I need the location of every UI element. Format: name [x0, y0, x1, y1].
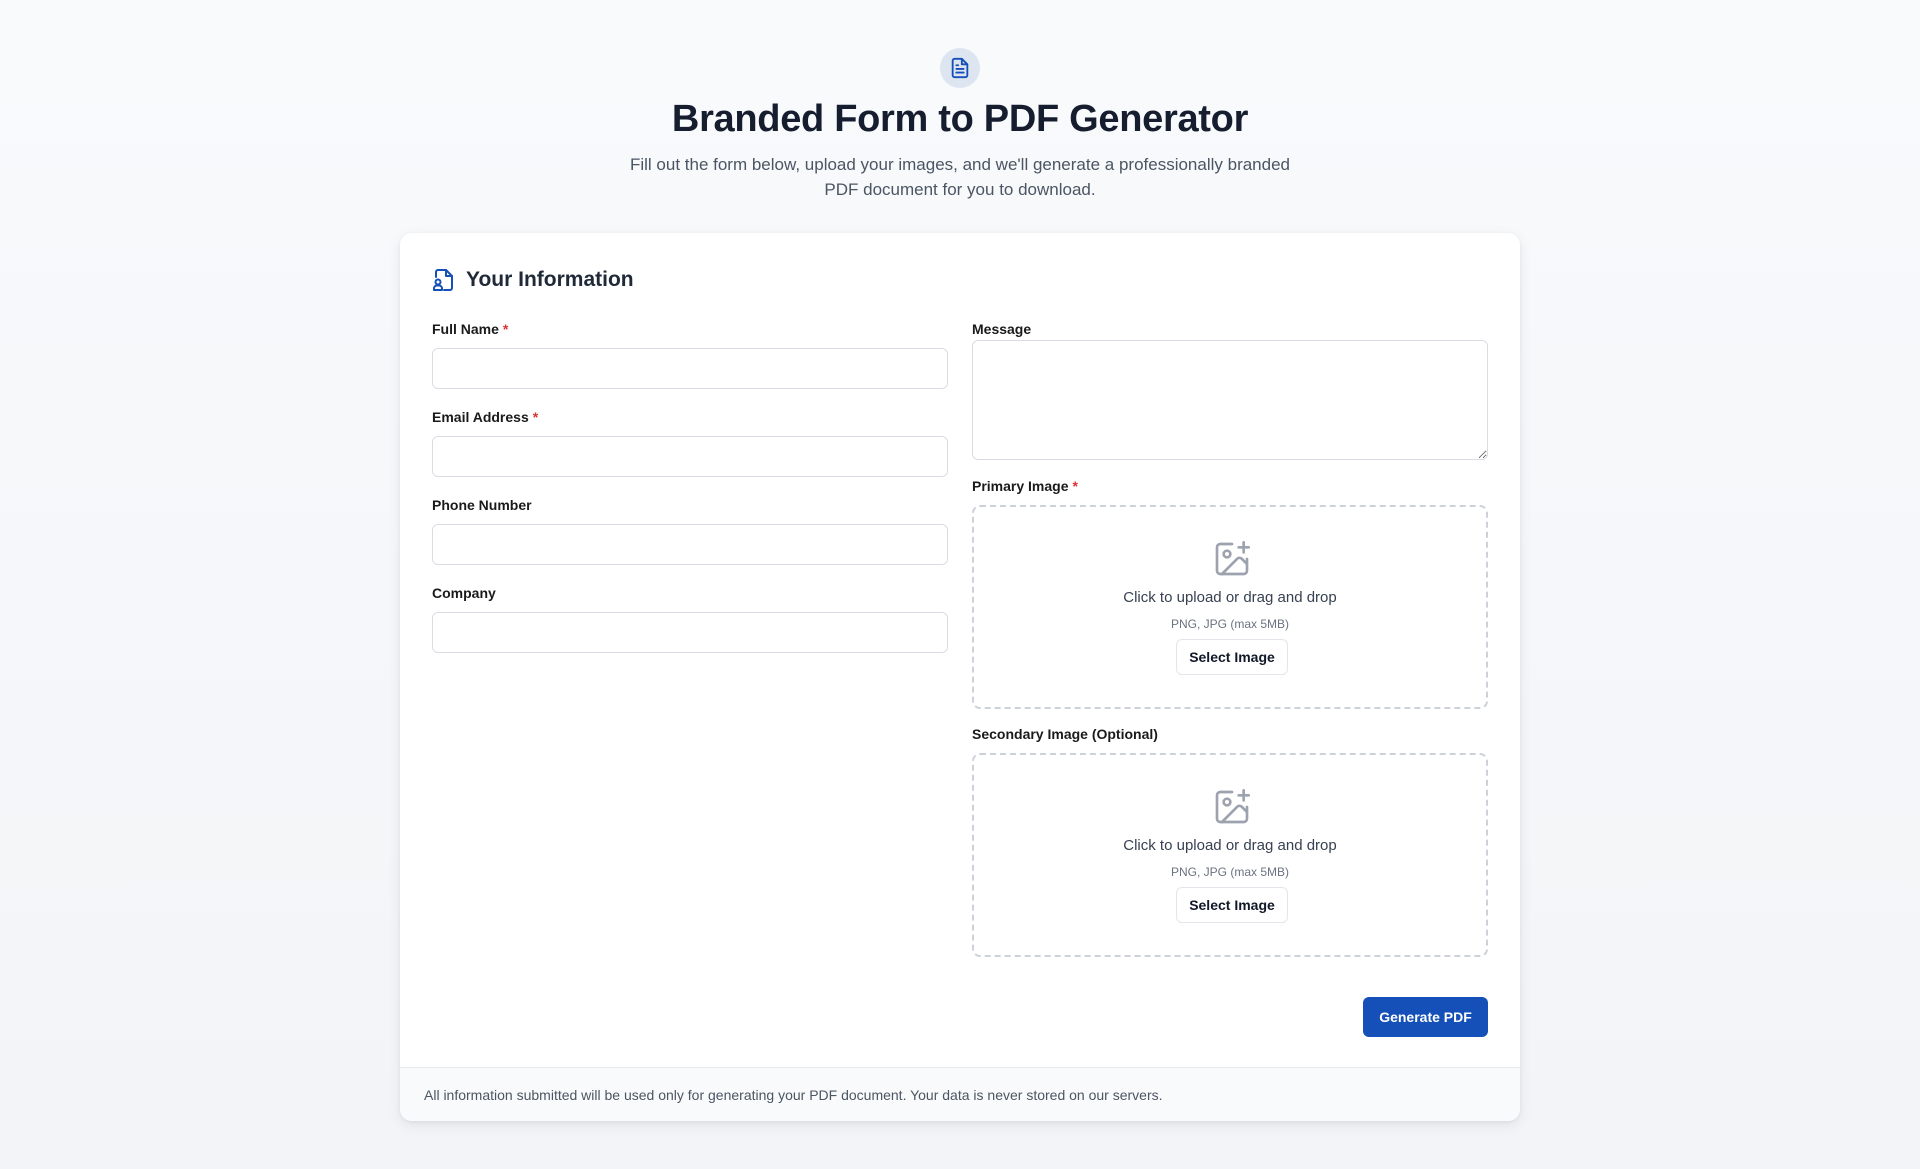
required-marker: * — [502, 321, 509, 337]
required-marker: * — [532, 409, 539, 425]
generate-pdf-button[interactable]: Generate PDF — [1363, 997, 1488, 1037]
secondary-image-dropzone[interactable]: Click to upload or drag and drop PNG, JP… — [972, 753, 1488, 957]
full-name-input[interactable] — [432, 348, 948, 389]
upload-hint: PNG, JPG (max 5MB) — [1170, 865, 1289, 879]
file-user-icon — [432, 268, 456, 292]
form-card: Your Information Full Name * Email Addres… — [400, 233, 1520, 1121]
select-primary-image-button[interactable]: Select Image — [1176, 639, 1288, 675]
company-input[interactable] — [432, 612, 948, 653]
upload-hint: PNG, JPG (max 5MB) — [1170, 617, 1289, 631]
full-name-label-text: Full Name — [432, 321, 499, 337]
email-label: Email Address * — [432, 409, 538, 425]
required-marker: * — [1072, 478, 1078, 494]
privacy-note-text: All information submitted will be used o… — [424, 1086, 1163, 1103]
privacy-note: All information submitted will be used o… — [400, 1067, 1520, 1121]
company-label: Company — [432, 585, 496, 601]
secondary-image-label-text: Secondary Image (Optional) — [972, 726, 1158, 742]
primary-image-dropzone[interactable]: Click to upload or drag and drop PNG, JP… — [972, 505, 1488, 709]
message-label: Message — [972, 321, 1031, 337]
company-label-text: Company — [432, 585, 496, 601]
phone-label: Phone Number — [432, 497, 532, 513]
full-name-label: Full Name * — [432, 321, 508, 337]
upload-prompt: Click to upload or drag and drop — [1123, 589, 1337, 606]
section-header: Your Information — [432, 265, 634, 295]
phone-label-text: Phone Number — [432, 497, 532, 513]
image-plus-icon — [1212, 787, 1252, 827]
email-input[interactable] — [432, 436, 948, 477]
select-secondary-image-button[interactable]: Select Image — [1176, 887, 1288, 923]
primary-image-label: Primary Image * — [972, 478, 1078, 494]
document-icon — [940, 48, 980, 88]
primary-image-label-text: Primary Image — [972, 478, 1069, 494]
message-label-text: Message — [972, 321, 1032, 337]
phone-input[interactable] — [432, 524, 948, 565]
email-label-text: Email Address — [432, 409, 529, 425]
section-title: Your Information — [466, 268, 634, 291]
secondary-image-label: Secondary Image (Optional) — [972, 726, 1158, 742]
upload-prompt: Click to upload or drag and drop — [1123, 837, 1337, 854]
image-plus-icon — [1212, 539, 1252, 579]
message-textarea[interactable] — [972, 340, 1488, 460]
page-title: Branded Form to PDF Generator — [671, 98, 1249, 140]
page-subtitle: Fill out the form below, upload your ima… — [629, 155, 1291, 199]
